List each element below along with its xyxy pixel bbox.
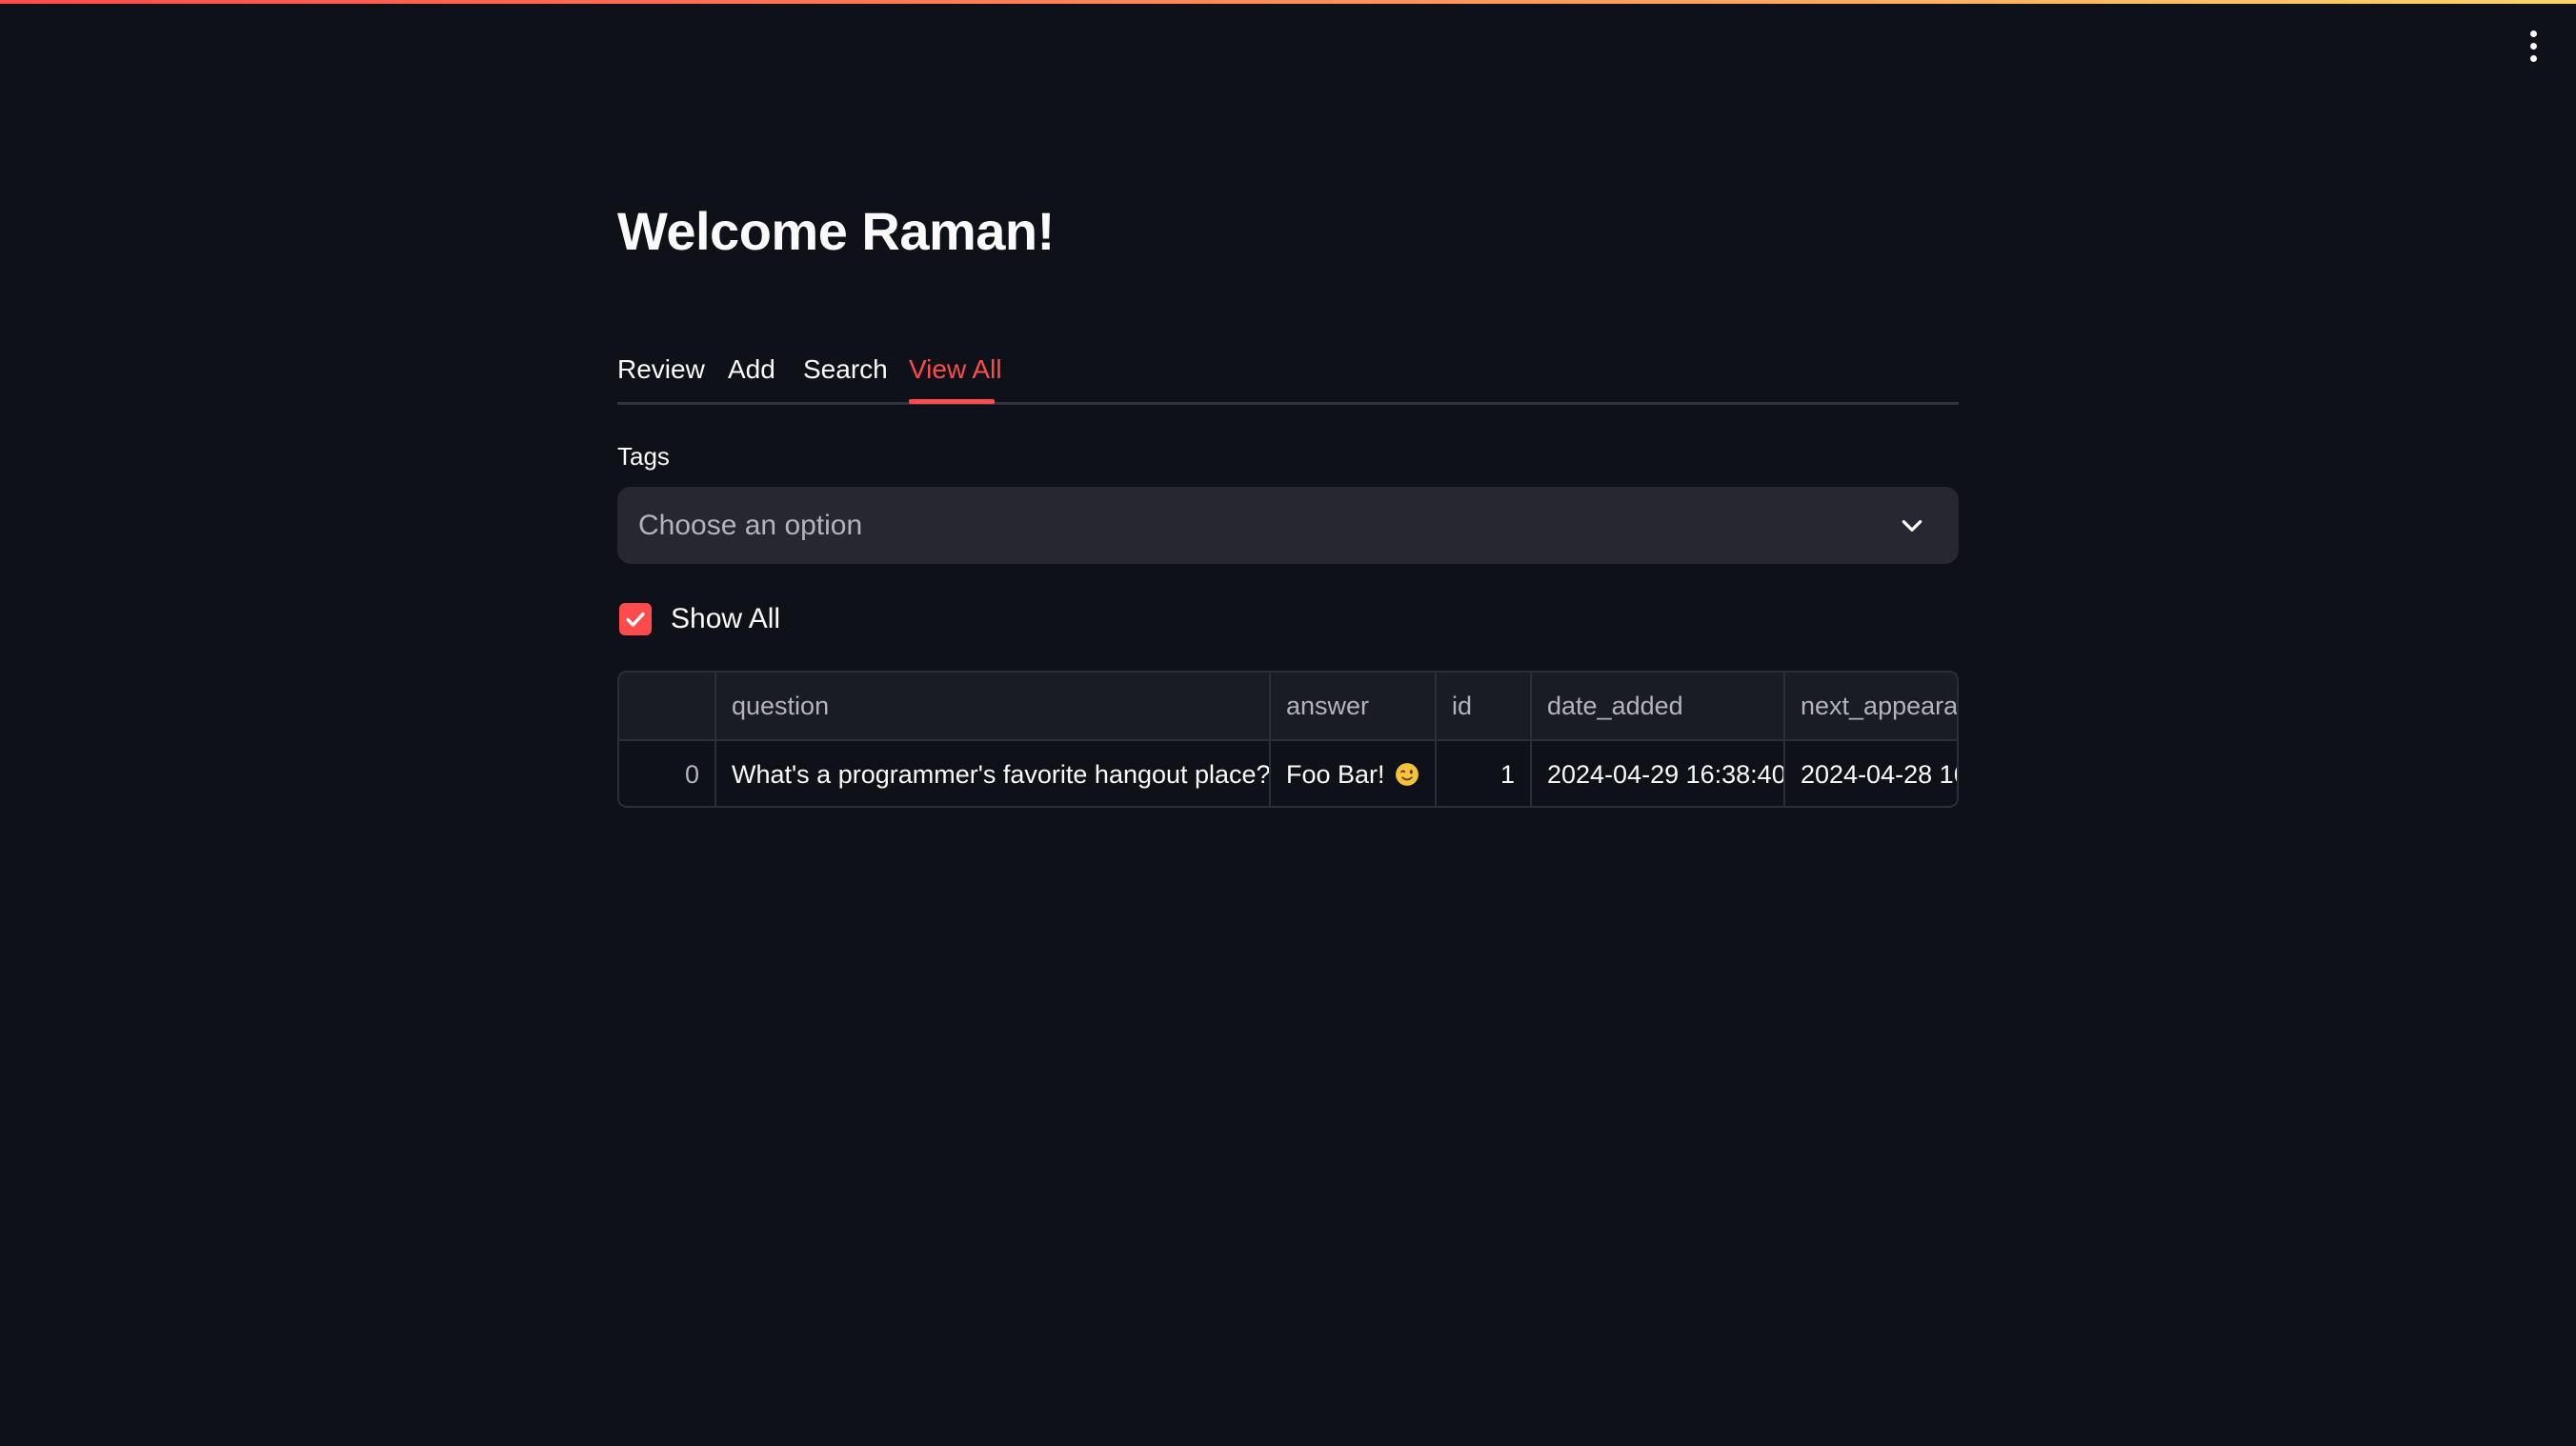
- column-header-question[interactable]: question: [716, 673, 1271, 739]
- row-index-cell[interactable]: 0: [619, 741, 716, 806]
- column-header-index[interactable]: [619, 673, 716, 739]
- tab-add[interactable]: Add: [728, 337, 775, 402]
- winking-face-icon: [1395, 763, 1419, 786]
- tab-review[interactable]: Review: [617, 337, 705, 402]
- answer-text: Foo Bar!: [1286, 759, 1385, 789]
- question-cell[interactable]: What's a programmer's favorite hangout p…: [716, 741, 1271, 806]
- menu-dot: [2529, 54, 2537, 62]
- tags-label: Tags: [617, 442, 670, 471]
- checkmark-icon: [626, 612, 645, 627]
- data-table[interactable]: question answer id date_added next_appea…: [617, 671, 1959, 808]
- vertical-dots-icon: [2529, 30, 2537, 37]
- active-tab-indicator: [909, 399, 995, 404]
- answer-cell[interactable]: Foo Bar!: [1271, 741, 1437, 806]
- main-menu-button[interactable]: [2519, 27, 2547, 65]
- tags-placeholder: Choose an option: [638, 509, 863, 541]
- tab-bar: Review Add Search View All: [617, 337, 1959, 405]
- tab-view-all[interactable]: View All: [909, 337, 1002, 402]
- table-header-row: question answer id date_added next_appea…: [619, 673, 1957, 741]
- tab-search[interactable]: Search: [803, 337, 888, 402]
- menu-dot: [2529, 42, 2537, 50]
- table-row: 0 What's a programmer's favorite hangout…: [619, 741, 1957, 806]
- next-appearance-cell[interactable]: 2024-04-28 16:: [1785, 741, 1957, 806]
- date-added-cell[interactable]: 2024-04-29 16:38:40: [1532, 741, 1785, 806]
- chevron-down-icon: [1902, 520, 1922, 532]
- checkbox-checked-icon[interactable]: [619, 603, 652, 635]
- tags-multiselect[interactable]: Choose an option: [617, 487, 1959, 564]
- show-all-checkbox[interactable]: Show All: [617, 600, 780, 638]
- column-header-date-added[interactable]: date_added: [1532, 673, 1785, 739]
- column-header-answer[interactable]: answer: [1271, 673, 1437, 739]
- show-all-label: Show All: [671, 603, 781, 634]
- column-header-id[interactable]: id: [1437, 673, 1532, 739]
- top-decoration-bar: [0, 0, 2576, 4]
- id-cell[interactable]: 1: [1437, 741, 1532, 806]
- column-header-next-appearance[interactable]: next_appearar: [1785, 673, 1957, 739]
- page-title: Welcome Raman!: [617, 201, 1055, 261]
